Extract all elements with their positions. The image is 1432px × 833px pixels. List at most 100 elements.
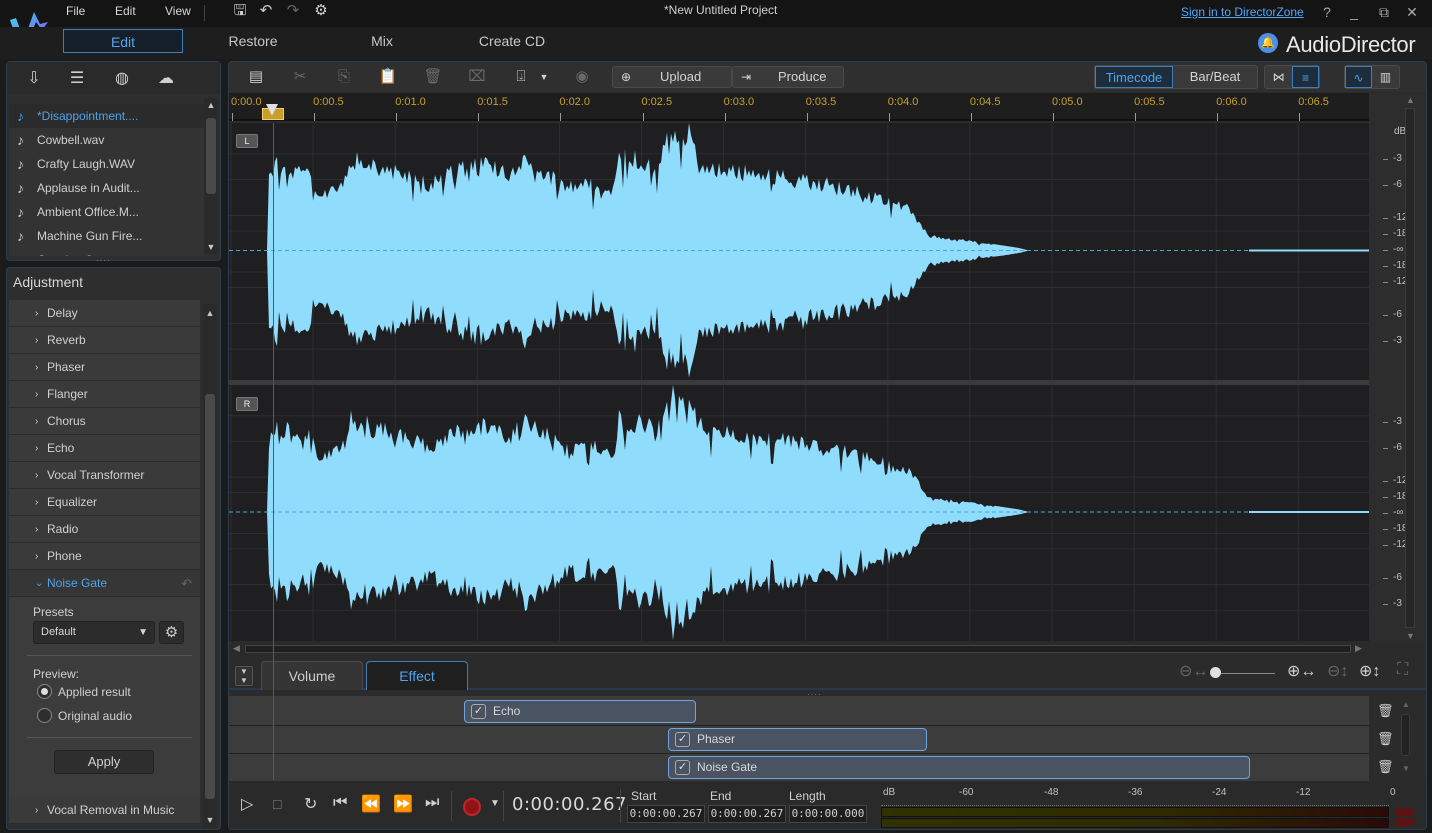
help-icon[interactable]: ? [1318,3,1336,21]
menu-view[interactable]: View [165,4,191,18]
scroll-thumb[interactable] [205,394,215,799]
scroll-down-icon[interactable]: ▼ [204,242,218,252]
effect-clip-echo[interactable]: ✓ Echo [464,700,696,723]
copy-icon[interactable]: ⎘ [333,67,355,87]
zoom-slider-knob[interactable] [1210,667,1221,678]
menu-edit[interactable]: Edit [115,4,136,18]
scroll-up-icon[interactable]: ▲ [1402,700,1410,709]
play-icon[interactable]: ▷ [241,794,253,814]
waveform-view-icon[interactable]: ⋈ [1265,66,1292,88]
sign-in-link[interactable]: Sign in to DirectorZone [1181,5,1304,19]
adjustment-item-flanger[interactable]: › Flanger [9,381,200,408]
library-item[interactable]: ♪ Crafty Laugh.WAV [9,152,204,176]
preset-settings-gear-icon[interactable]: ⚙ [159,621,184,644]
redo-icon[interactable]: ↷ [284,2,302,20]
mode-tab-restore[interactable]: Restore [193,29,313,53]
adjustment-item-delay[interactable]: › Delay [9,300,200,327]
effect-clip-noise-gate[interactable]: ✓ Noise Gate [668,756,1250,779]
adjustment-item-phaser[interactable]: › Phaser [9,354,200,381]
import-to-list-icon[interactable]: ☰ [66,68,88,88]
stop-icon[interactable]: □ [273,796,281,812]
undo-icon[interactable]: ↶ [257,2,275,20]
crop-icon[interactable]: ⌧ [466,67,488,87]
scroll-right-icon[interactable]: ▶ [1355,643,1362,654]
upload-button[interactable]: ⊕ Upload [612,66,732,88]
restore-icon[interactable]: ⧉ [1375,3,1393,21]
scroll-thumb[interactable] [206,118,216,194]
timeline-ruler[interactable]: 0:00.0 0:00.5 0:01.0 0:01.5 0:02.0 0:02.5 0:03… [229,93,1369,121]
scroll-up-icon[interactable]: ▲ [204,100,218,110]
checkbox-checked-icon[interactable]: ✓ [675,732,690,747]
properties-icon[interactable]: ▤ [245,67,267,87]
playhead-marker-icon[interactable] [266,104,278,116]
scroll-track[interactable] [245,645,1351,653]
adjustment-item-echo[interactable]: › Echo [9,435,200,462]
effect-scrollbar[interactable]: ▲ ▼ [1401,700,1411,777]
zoom-out-horizontal-icon[interactable]: ⊖↔ [1179,661,1208,681]
delete-effect-icon[interactable]: 🗑 [1377,759,1394,775]
delete-effect-icon[interactable]: 🗑 [1377,731,1394,747]
adjustment-item-phone[interactable]: › Phone [9,543,200,570]
tab-effect[interactable]: Effect [366,661,468,690]
tab-volume[interactable]: Volume [261,661,363,690]
channel-right[interactable]: R [229,385,1369,641]
mode-tab-edit[interactable]: Edit [63,29,183,53]
bar-beat-button[interactable]: Bar/Beat [1173,66,1257,88]
start-time-field[interactable]: 0:00:00.267 [627,805,705,823]
scroll-thumb[interactable] [1401,714,1410,756]
loop-icon[interactable]: ↻ [304,794,317,814]
adjustment-item-chorus[interactable]: › Chorus [9,408,200,435]
library-item[interactable]: ♪ Ambient Office.M... [9,200,204,224]
settings-gear-icon[interactable]: ⚙ [312,2,330,20]
fit-to-window-icon[interactable]: ⛶ [1397,661,1408,679]
multi-track-view-icon[interactable]: ≡ [1292,66,1319,88]
library-item[interactable]: ♪ Applause in Audit... [9,176,204,200]
end-time-field[interactable]: 0:00:00.267 [708,805,786,823]
scroll-down-icon[interactable]: ▼ [1406,631,1415,641]
library-scrollbar[interactable]: ▲ ▼ [204,98,218,254]
radio-button[interactable] [37,708,52,723]
marker-icon[interactable]: ⍗ [510,67,532,87]
record-options-dropdown-icon[interactable]: ▼ [490,798,500,809]
library-item[interactable]: ♪ Cowbell.wav [9,128,204,152]
waveform-display-icon[interactable]: ∿ [1345,66,1372,88]
record-voice-icon[interactable]: ◉ [571,67,593,87]
zoom-slider-track[interactable] [1213,673,1275,674]
go-to-start-icon[interactable]: ⏮ [333,794,347,812]
minimize-icon[interactable]: _ [1345,3,1363,21]
resize-handle[interactable]: ···· [96,256,111,265]
vertical-zoom-scrollbar[interactable]: ▲ ▼ [1405,95,1415,641]
cut-icon[interactable]: ✂ [289,67,311,87]
download-online-icon[interactable]: ◍ [111,68,133,88]
paste-icon[interactable]: 📋 [377,67,399,87]
collapse-panel-icon[interactable]: ▼ ▼ [235,666,253,686]
scroll-down-icon[interactable]: ▼ [203,815,217,825]
channel-left[interactable]: L [229,123,1369,380]
adjustment-item-equalizer[interactable]: › Equalizer [9,489,200,516]
reset-icon[interactable]: ↶ [181,570,192,597]
cloud-icon[interactable]: ☁ [155,68,177,88]
adjustment-scrollbar[interactable]: ▲ ▼ [203,304,217,829]
apply-button[interactable]: Apply [54,750,154,774]
rewind-icon[interactable]: ⏪ [361,794,381,814]
channel-label-right[interactable]: R [236,397,258,411]
mode-tab-mix[interactable]: Mix [322,29,442,53]
fast-forward-icon[interactable]: ⏩ [393,794,413,814]
checkbox-checked-icon[interactable]: ✓ [471,704,486,719]
go-to-end-icon[interactable]: ⏭ [425,794,439,812]
dropdown-arrow-icon[interactable]: ▼ [533,67,555,87]
horizontal-scrollbar[interactable]: ◀ ▶ [229,643,1369,655]
waveform-area[interactable]: L R [229,123,1369,641]
adjustment-item-radio[interactable]: › Radio [9,516,200,543]
notification-bell-icon[interactable]: 🔔 [1258,33,1278,53]
library-item[interactable]: ♪Gunshot 2... [9,248,204,256]
menu-file[interactable]: File [66,4,85,18]
adjustment-item-vocal-transformer[interactable]: › Vocal Transformer [9,462,200,489]
channel-label-left[interactable]: L [236,134,258,148]
delete-effect-icon[interactable]: 🗑 [1377,703,1394,719]
save-icon[interactable]: 🖫 [231,2,249,20]
radio-applied-result[interactable]: Applied result [37,684,131,700]
presets-dropdown[interactable]: Default ▼ [33,621,155,644]
checkbox-checked-icon[interactable]: ✓ [675,760,690,775]
close-icon[interactable]: ✕ [1403,3,1421,21]
